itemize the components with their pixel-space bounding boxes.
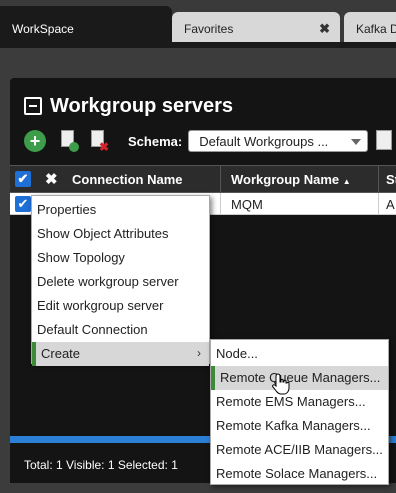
status-bar: Total: 1 Visible: 1 Selected: 1 — [24, 458, 178, 472]
select-all-checkbox[interactable]: ✔ — [15, 171, 31, 187]
tab-favorites-label: Favorites — [184, 22, 234, 36]
panel-header: Workgroup servers — [24, 94, 233, 118]
submenu-item-label: Remote Solace Managers... — [216, 466, 378, 481]
menu-item-label: Create — [41, 346, 81, 361]
hand-cursor-icon — [272, 373, 290, 395]
menu-item-properties[interactable]: Properties — [32, 198, 209, 222]
schema-select[interactable]: Default Workgroups ... — [188, 130, 369, 152]
submenu-item-node[interactable]: Node... — [211, 342, 388, 366]
menu-item-label: Delete workgroup server — [37, 274, 179, 289]
close-icon[interactable]: ✖ — [319, 21, 330, 37]
schema-select-value: Default Workgroups ... — [199, 134, 329, 149]
submenu-item-remote-queue-managers[interactable]: Remote Queue Managers... — [211, 366, 388, 390]
submenu-item-remote-ems-managers[interactable]: Remote EMS Managers... — [211, 390, 388, 414]
submenu-item-label: Remote Kafka Managers... — [216, 418, 371, 433]
clear-filter-icon[interactable]: ✖ — [45, 170, 58, 188]
sort-ascending-icon: ▲ — [342, 177, 351, 186]
tab-kafka-label: Kafka D — [356, 22, 396, 36]
chevron-down-icon — [351, 139, 362, 145]
column-header-workgroup[interactable]: Workgroup Name ▲ — [231, 172, 351, 187]
tab-bar: WorkSpace Favorites ✖ Kafka D — [0, 0, 396, 42]
create-submenu: Node... Remote Queue Managers... Remote … — [210, 339, 389, 485]
menu-item-label: Edit workgroup server — [37, 298, 164, 313]
cell-status: A — [386, 197, 395, 212]
column-header-status[interactable]: St — [386, 172, 396, 187]
menu-item-show-topology[interactable]: Show Topology — [32, 246, 209, 270]
menu-item-create[interactable]: Create › — [32, 342, 209, 366]
tab-kafka[interactable]: Kafka D — [344, 12, 396, 42]
panel-toolbar: + ✖ Schema: Default Workgroups ... — [24, 128, 396, 154]
row-checkbox[interactable]: ✔ — [15, 196, 31, 212]
add-icon[interactable]: + — [24, 130, 46, 152]
column-header-connection[interactable]: Connection Name — [72, 172, 183, 187]
collapse-icon[interactable] — [24, 97, 42, 115]
schema-label: Schema: — [128, 133, 183, 149]
edit-document-icon[interactable] — [376, 129, 396, 153]
menu-item-label: Show Topology — [37, 250, 125, 265]
menu-item-label: Properties — [37, 202, 97, 217]
chevron-right-icon: › — [197, 346, 201, 360]
column-header-workgroup-label: Workgroup Name — [231, 172, 340, 187]
cell-workgroup: MQM — [231, 197, 263, 212]
menu-item-delete-workgroup-server[interactable]: Delete workgroup server — [32, 270, 209, 294]
tab-favorites[interactable]: Favorites ✖ — [172, 12, 340, 42]
menu-item-label: Default Connection — [37, 322, 148, 337]
submenu-item-label: Remote ACE/IIB Managers... — [216, 442, 383, 457]
panel-title: Workgroup servers — [50, 94, 234, 117]
menu-item-edit-workgroup-server[interactable]: Edit workgroup server — [32, 294, 209, 318]
context-menu: Properties Show Object Attributes Show T… — [31, 195, 210, 366]
tab-workspace[interactable]: WorkSpace — [0, 6, 172, 42]
menu-item-default-connection[interactable]: Default Connection — [32, 318, 209, 342]
menu-item-label: Show Object Attributes — [37, 226, 169, 241]
submenu-item-remote-ace-iib-managers[interactable]: Remote ACE/IIB Managers... — [211, 438, 388, 462]
delete-document-icon[interactable]: ✖ — [88, 129, 110, 153]
grid-header: ✔ ✖ Connection Name Workgroup Name ▲ St — [10, 165, 396, 193]
tab-workspace-label: WorkSpace — [12, 22, 74, 36]
submenu-item-label: Remote EMS Managers... — [216, 394, 366, 409]
submenu-item-remote-kafka-managers[interactable]: Remote Kafka Managers... — [211, 414, 388, 438]
menu-item-show-object-attributes[interactable]: Show Object Attributes — [32, 222, 209, 246]
submenu-item-remote-solace-managers[interactable]: Remote Solace Managers... — [211, 462, 388, 486]
tab-underline — [0, 42, 396, 48]
new-document-icon[interactable] — [58, 129, 80, 153]
submenu-item-label: Remote Queue Managers... — [220, 370, 381, 385]
submenu-item-label: Node... — [216, 346, 258, 361]
